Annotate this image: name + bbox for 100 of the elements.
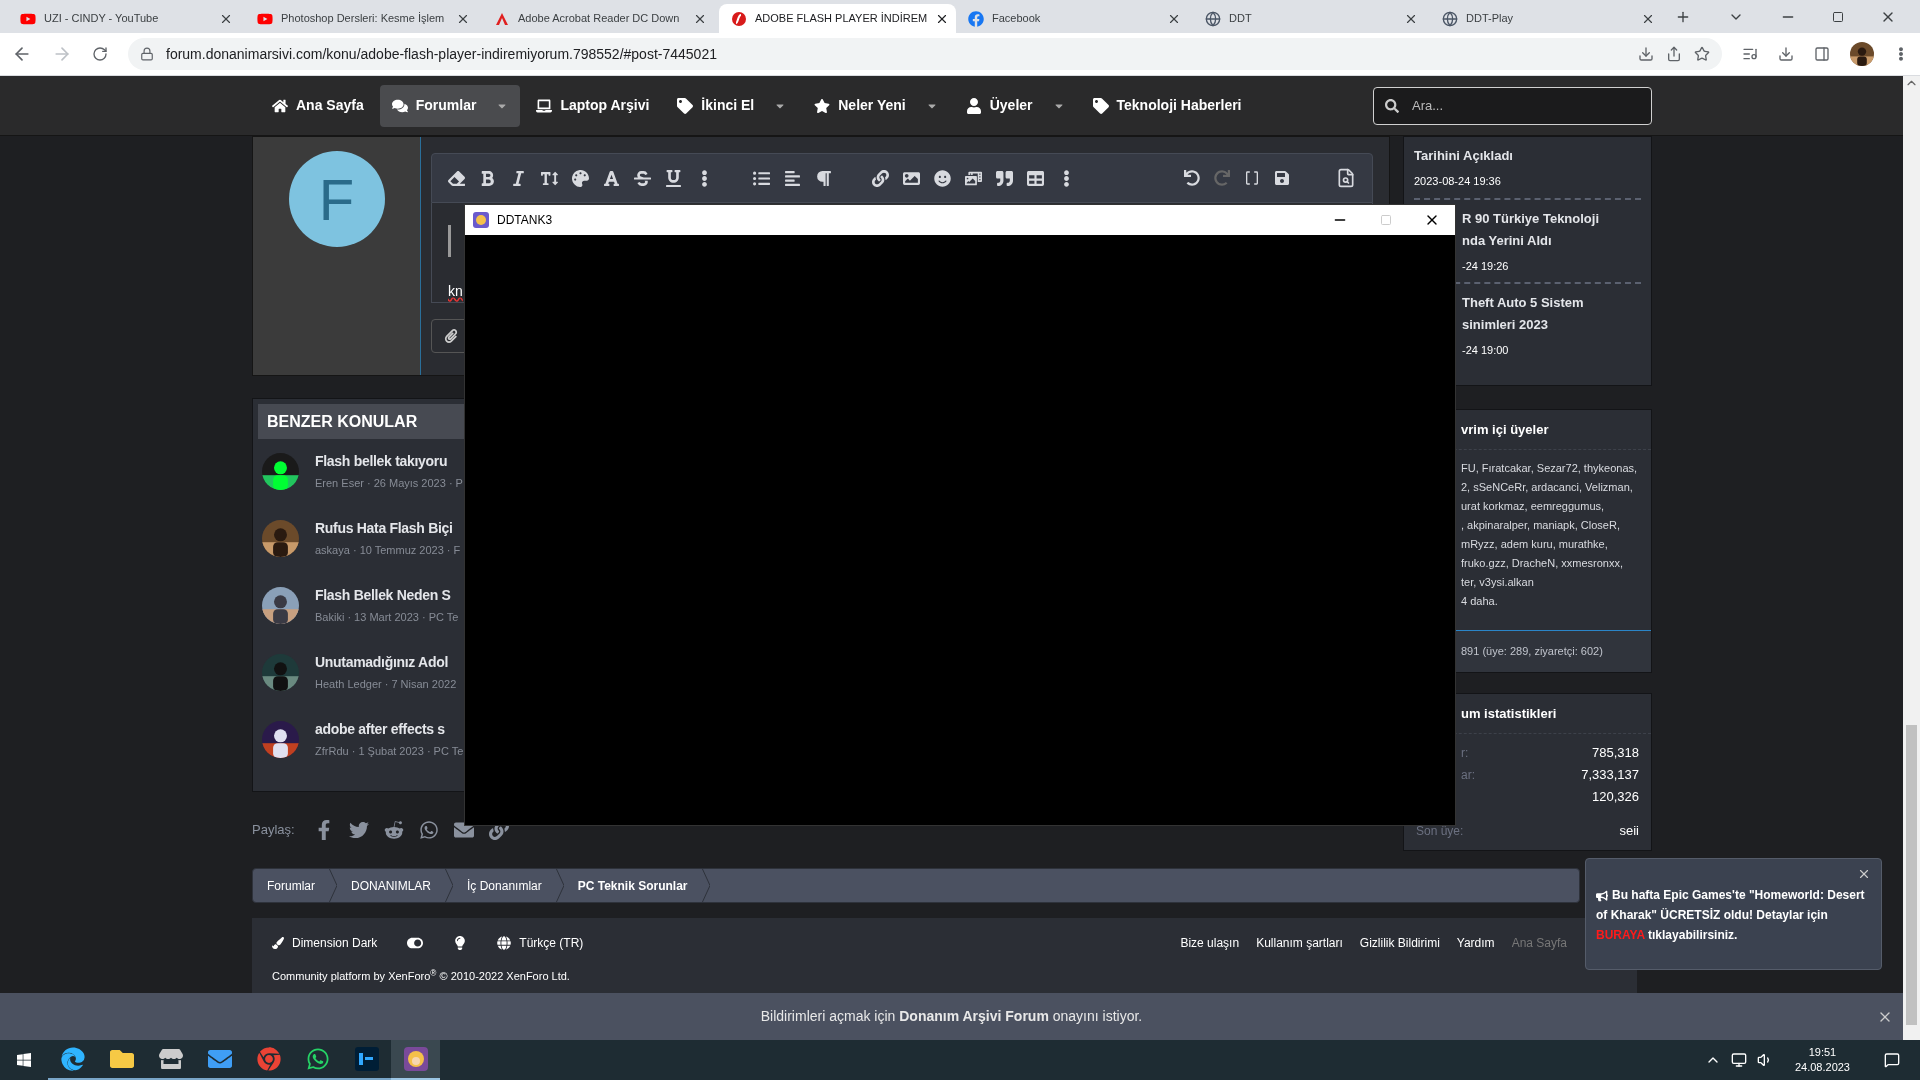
footer-link[interactable]: Bize ulaşın bbox=[1180, 934, 1240, 952]
news-title[interactable]: nda Yerini Aldı bbox=[1462, 229, 1641, 252]
quote-icon[interactable] bbox=[996, 169, 1013, 187]
brackets-icon[interactable] bbox=[1244, 170, 1260, 186]
window-title: DDTANK3 bbox=[497, 212, 553, 229]
scrollbar[interactable] bbox=[1903, 76, 1920, 1040]
font-icon[interactable] bbox=[603, 169, 620, 187]
mail-icon[interactable] bbox=[207, 1047, 232, 1071]
new-tab-icon[interactable] bbox=[1675, 9, 1691, 25]
link-icon[interactable] bbox=[872, 169, 889, 187]
footer-link[interactable]: Kullanım şartları bbox=[1256, 934, 1343, 952]
strikethrough-icon[interactable] bbox=[634, 169, 651, 187]
notification-center-icon[interactable] bbox=[1884, 1052, 1900, 1068]
browser-icon[interactable] bbox=[60, 1047, 85, 1071]
news-title[interactable]: R 90 Türkiye Teknoloji bbox=[1462, 207, 1641, 230]
save-icon[interactable] bbox=[1274, 170, 1290, 186]
folder-icon[interactable] bbox=[109, 1047, 134, 1071]
nav-item[interactable]: Neler Yeni bbox=[802, 84, 950, 127]
list-icon[interactable] bbox=[753, 169, 770, 187]
bookmark-icon[interactable] bbox=[1694, 46, 1710, 62]
scrollbar-thumb[interactable] bbox=[1906, 725, 1917, 1025]
clock[interactable]: 19:51 24.08.2023 bbox=[1782, 1045, 1862, 1075]
italic-icon[interactable] bbox=[510, 169, 527, 187]
news-title[interactable]: sinimleri 2023 bbox=[1462, 314, 1641, 336]
member-list-line: 2, sSeNCeRr, ardacanci, Velizman, bbox=[1461, 480, 1634, 495]
thread-title[interactable]: Rufus Hata Flash Biçi bbox=[315, 518, 461, 539]
thread-title[interactable]: Flash Bellek Neden S bbox=[315, 585, 459, 606]
restore-icon[interactable] bbox=[1832, 11, 1844, 23]
close-icon[interactable] bbox=[1857, 867, 1871, 881]
chrome-icon[interactable] bbox=[256, 1047, 281, 1071]
breadcrumb-link[interactable]: PC Teknik Sorunlar bbox=[563, 876, 702, 895]
preview-icon[interactable] bbox=[1336, 168, 1356, 188]
browser-tab[interactable]: DDT bbox=[1193, 4, 1430, 33]
nav-item[interactable]: Ana Sayfa bbox=[260, 84, 376, 127]
mail-icon[interactable] bbox=[453, 820, 474, 840]
install-icon[interactable] bbox=[1638, 46, 1654, 62]
stat-label: ar: bbox=[1461, 767, 1475, 784]
toggle-icon[interactable] bbox=[407, 935, 424, 951]
thread-meta: Bakiki · 13 Mart 2023 · PC Te bbox=[315, 610, 459, 625]
news-title[interactable]: Tarihini Açıkladı bbox=[1414, 145, 1641, 167]
circle-icon bbox=[731, 10, 747, 27]
stat-label: r: bbox=[1461, 745, 1469, 762]
thread-title[interactable]: adobe after effects s bbox=[315, 719, 464, 740]
footer-link[interactable]: Gizlilik Bildirimi bbox=[1359, 934, 1440, 952]
share-label: Paylaş: bbox=[252, 821, 295, 840]
browser-tab[interactable]: UZI - CINDY - YouTube bbox=[8, 4, 245, 33]
breadcrumb-link[interactable]: DONANIMLAR bbox=[337, 876, 446, 895]
media-icon[interactable] bbox=[1742, 46, 1758, 62]
paperclip-icon bbox=[444, 329, 458, 343]
bulb-icon[interactable] bbox=[453, 936, 468, 950]
table-icon[interactable] bbox=[1027, 169, 1044, 187]
browser-tab[interactable]: Adobe Acrobat Reader DC Down bbox=[482, 4, 719, 33]
notification-text: Bildirimleri açmak için Donanım Arşivi Forum onayını istiyor. bbox=[760, 1007, 1143, 1026]
browser-tab[interactable]: Facebook bbox=[956, 4, 1193, 33]
address-field[interactable]: forum.donanimarsivi.com/konu/adobe-flash-player-indiremiyorum.798552/#post-7445021 bbox=[128, 38, 1722, 70]
network-icon[interactable] bbox=[1730, 1052, 1747, 1068]
smiley-icon[interactable] bbox=[934, 169, 951, 187]
whatsapp-icon[interactable] bbox=[418, 820, 439, 840]
reload-icon[interactable] bbox=[92, 46, 108, 62]
palette-icon[interactable] bbox=[572, 169, 589, 187]
search-icon bbox=[1385, 98, 1399, 113]
eraser-icon[interactable] bbox=[448, 169, 465, 187]
nav-item[interactable]: Laptop Arşivi bbox=[524, 84, 662, 127]
browser-tab[interactable]: ADOBE FLASH PLAYER İNDİREM bbox=[719, 4, 956, 33]
search-field[interactable]: Ara... bbox=[1373, 86, 1652, 125]
tab-title: Photoshop Dersleri: Kesme İşlem bbox=[281, 11, 446, 27]
nav-item[interactable]: Teknoloji Haberleri bbox=[1080, 84, 1254, 127]
thread-title[interactable]: Unutamadığınız Adol bbox=[315, 652, 457, 673]
align-icon[interactable] bbox=[784, 169, 801, 187]
store-icon[interactable] bbox=[158, 1047, 183, 1071]
windows-icon[interactable] bbox=[16, 1052, 32, 1068]
news-title[interactable]: Theft Auto 5 Sistem bbox=[1462, 292, 1641, 314]
tag-icon bbox=[1092, 97, 1109, 114]
language-link[interactable]: Türkçe (TR) bbox=[519, 934, 584, 952]
browser-tab[interactable]: DDT-Play bbox=[1430, 4, 1667, 33]
browser-tab[interactable]: Photoshop Dersleri: Kesme İşlem bbox=[245, 4, 482, 33]
paragraph-icon[interactable] bbox=[815, 169, 832, 187]
share-icon[interactable] bbox=[1666, 46, 1682, 62]
whatsapp-icon[interactable] bbox=[305, 1047, 330, 1071]
nav-item[interactable]: Forumlar bbox=[379, 84, 521, 127]
breadcrumb-link[interactable]: İç Donanımlar bbox=[453, 876, 556, 895]
nav-item[interactable]: İkinci El bbox=[665, 84, 799, 127]
thread-title[interactable]: Flash bellek takıyoru bbox=[315, 451, 463, 472]
nav-item[interactable]: Üyeler bbox=[953, 84, 1077, 127]
undo-icon[interactable] bbox=[1184, 170, 1200, 186]
image-icon[interactable] bbox=[903, 169, 920, 187]
globe-icon bbox=[1205, 10, 1221, 27]
underline-icon[interactable] bbox=[665, 169, 682, 187]
style-link[interactable]: Dimension Dark bbox=[292, 934, 378, 952]
reddit-icon[interactable] bbox=[383, 820, 404, 840]
footer-link[interactable]: Yardım bbox=[1456, 934, 1495, 952]
bold-icon[interactable] bbox=[479, 169, 496, 187]
thread-meta: askaya · 10 Temmuz 2023 · F bbox=[315, 543, 461, 558]
download-icon[interactable] bbox=[1778, 46, 1794, 62]
breadcrumb-link[interactable]: Forumlar bbox=[253, 876, 329, 895]
side-panel-icon[interactable] bbox=[1814, 46, 1830, 62]
text-size-icon[interactable] bbox=[541, 169, 558, 187]
game-icon[interactable] bbox=[403, 1047, 428, 1071]
media-icon[interactable] bbox=[965, 169, 982, 187]
twitter-icon[interactable] bbox=[348, 820, 369, 840]
